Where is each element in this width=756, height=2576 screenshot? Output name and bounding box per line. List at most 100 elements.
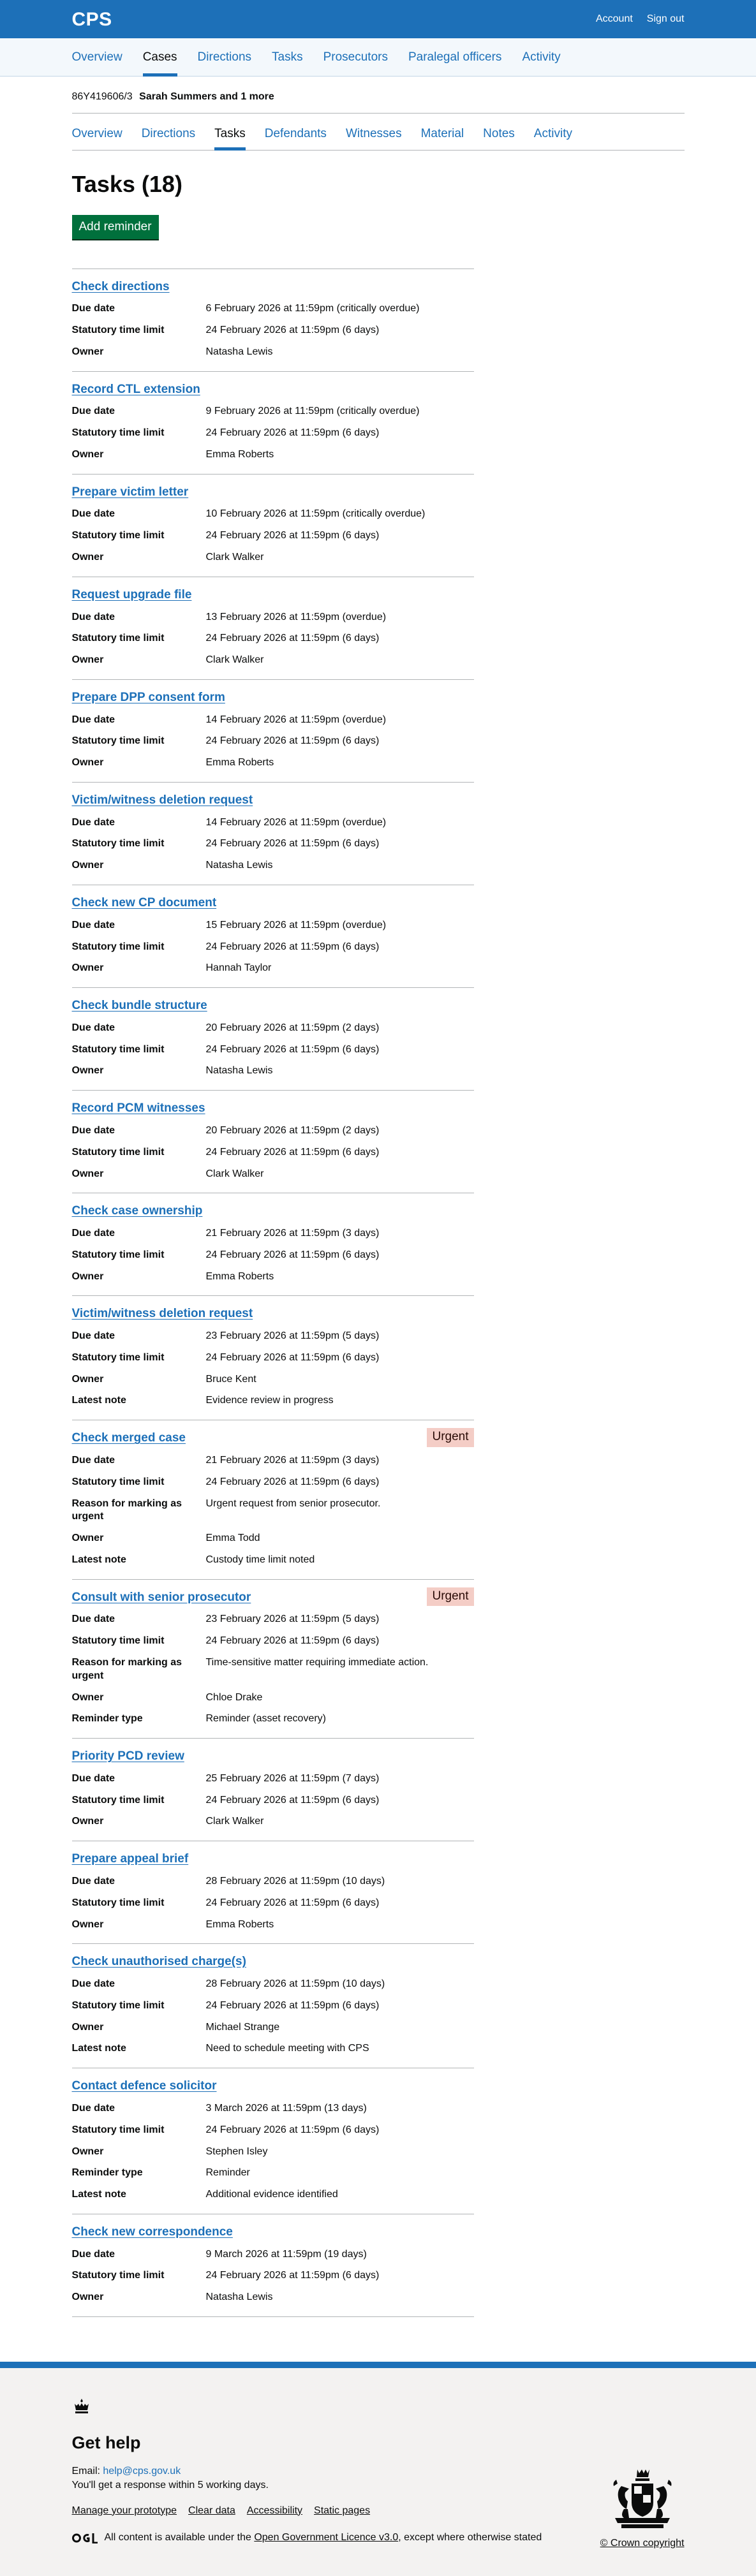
task-detail-row: Statutory time limit 24 February 2026 at … <box>72 2269 474 2283</box>
task-title-link[interactable]: Record PCM witnesses <box>72 1101 205 1117</box>
tab-directions[interactable]: Directions <box>142 126 195 150</box>
task-title-link[interactable]: Prepare DPP consent form <box>72 690 225 706</box>
task-detail-value: 24 February 2026 at 11:59pm (6 days) <box>205 1249 380 1260</box>
task-detail-value: 24 February 2026 at 11:59pm (6 days) <box>205 1351 380 1363</box>
static-pages-link[interactable]: Static pages <box>314 2505 370 2518</box>
task-detail-value: 24 February 2026 at 11:59pm (6 days) <box>205 941 380 952</box>
task-detail-key: Reminder type <box>71 2167 143 2179</box>
nav-item-cases[interactable]: Cases <box>142 38 177 77</box>
task-detail-row: Due date 9 March 2026 at 11:59pm (19 days… <box>72 2248 474 2262</box>
task-detail-value: Clark Walker <box>205 1816 264 1827</box>
clear-data-link[interactable]: Clear data <box>188 2505 235 2518</box>
task-detail-row: Owner Michael Strange <box>72 2021 474 2035</box>
task-detail-value: Stephen Isley <box>205 2145 268 2157</box>
tab-material[interactable]: Material <box>421 126 464 150</box>
tab-defendants[interactable]: Defendants <box>265 126 327 150</box>
task-title-link[interactable]: Prepare appeal brief <box>72 1851 189 1867</box>
help-email-link[interactable]: help@cps.gov.uk <box>103 2466 181 2477</box>
licence-suffix: , except where otherwise stated <box>398 2532 542 2543</box>
task-detail-value: 9 March 2026 at 11:59pm (19 days) <box>205 2248 367 2260</box>
task-detail-value: Natasha Lewis <box>205 1065 273 1077</box>
task-title-link[interactable]: Check case ownership <box>72 1203 203 1219</box>
task-detail-value: 24 February 2026 at 11:59pm (6 days) <box>205 1043 380 1055</box>
task-detail-row: Due date 20 February 2026 at 11:59pm (2 d… <box>72 1022 474 1035</box>
task-detail-key: Owner <box>71 1918 104 1930</box>
task-title-link[interactable]: Request upgrade file <box>72 587 192 603</box>
nav-item-prosecutors[interactable]: Prosecutors <box>323 38 388 77</box>
task-detail-row: Statutory time limit 24 February 2026 at … <box>72 1999 474 2013</box>
task-title-link[interactable]: Check new correspondence <box>72 2225 233 2241</box>
task-detail-key: Due date <box>71 2248 115 2260</box>
task-detail-value: Clark Walker <box>205 552 264 563</box>
nav-item-paralegal-officers[interactable]: Paralegal officers <box>408 38 501 77</box>
task-title-link[interactable]: Contact defence solicitor <box>72 2079 217 2094</box>
nav-item-overview[interactable]: Overview <box>72 38 122 77</box>
task-title-link[interactable]: Check new CP document <box>72 895 217 911</box>
task-title-link[interactable]: Victim/witness deletion request <box>72 1306 253 1322</box>
task-detail-key: Reason for marking as urgent <box>71 1657 182 1681</box>
accessibility-link[interactable]: Accessibility <box>247 2505 302 2518</box>
task-detail-key: Latest note <box>71 1395 126 1406</box>
task-item: Victim/witness deletion request Due date 1… <box>71 783 474 886</box>
task-detail-value: 14 February 2026 at 11:59pm (overdue) <box>205 816 387 828</box>
nav-item-activity[interactable]: Activity <box>522 38 560 77</box>
sign-out-link[interactable]: Sign out <box>647 13 685 26</box>
crown-copyright-link[interactable]: © Crown copyright <box>600 2538 685 2549</box>
task-detail-value: 24 February 2026 at 11:59pm (6 days) <box>205 427 380 439</box>
task-title-link[interactable]: Check bundle structure <box>72 998 207 1014</box>
case-urn: 86Y419606/3 <box>71 91 133 102</box>
task-detail-value: 24 February 2026 at 11:59pm (6 days) <box>205 1476 380 1487</box>
task-detail-key: Statutory time limit <box>71 2270 165 2281</box>
task-title-link[interactable]: Check unauthorised charge(s) <box>72 1954 246 1970</box>
task-title-link[interactable]: Check merged case <box>72 1431 186 1446</box>
royal-coat-of-arms-icon <box>613 2469 672 2529</box>
task-title-link[interactable]: Consult with senior prosecutor <box>72 1590 251 1606</box>
task-detail-key: Owner <box>71 1816 104 1827</box>
task-title-link[interactable]: Victim/witness deletion request <box>72 793 253 809</box>
manage-prototype-link[interactable]: Manage your prototype <box>72 2505 177 2518</box>
task-detail-key: Owner <box>71 2292 104 2303</box>
task-detail-row: Due date 3 March 2026 at 11:59pm (13 days… <box>72 2102 474 2116</box>
ogl-link[interactable]: Open Government Licence v3.0 <box>254 2532 398 2543</box>
task-detail-row: Owner Emma Roberts <box>72 1918 474 1932</box>
task-detail-key: Due date <box>71 611 115 622</box>
task-title-link[interactable]: Record CTL extension <box>72 382 200 398</box>
task-detail-key: Due date <box>71 1022 115 1033</box>
task-list: Check directions Due date 6 February 2026 … <box>71 268 474 2317</box>
licence-statement: All content is available under the Open … <box>71 2531 685 2545</box>
add-reminder-button[interactable]: Add reminder <box>71 214 159 239</box>
task-detail-row: Statutory time limit 24 February 2026 at … <box>72 632 474 645</box>
task-detail-key: Statutory time limit <box>71 735 165 747</box>
task-detail-key: Due date <box>71 1875 115 1887</box>
page-title: Tasks (18) <box>71 170 182 197</box>
account-link[interactable]: Account <box>596 13 633 26</box>
tab-notes[interactable]: Notes <box>483 126 515 150</box>
task-detail-value: Reminder <box>205 2167 250 2179</box>
nav-item-directions[interactable]: Directions <box>198 38 251 77</box>
task-title-link[interactable]: Check directions <box>72 279 170 295</box>
task-detail-value: 6 February 2026 at 11:59pm (critically o… <box>205 303 420 314</box>
task-title-link[interactable]: Priority PCD review <box>72 1749 184 1765</box>
task-detail-key: Owner <box>71 1065 104 1077</box>
task-detail-row: Statutory time limit 24 February 2026 at … <box>72 1351 474 1365</box>
service-name[interactable]: CPS <box>72 7 112 32</box>
task-detail-value: Michael Strange <box>205 2021 280 2033</box>
task-detail-key: Owner <box>71 962 104 974</box>
nav-item-tasks[interactable]: Tasks <box>272 38 303 77</box>
task-title-link[interactable]: Prepare victim letter <box>72 485 189 501</box>
tab-witnesses[interactable]: Witnesses <box>346 126 402 150</box>
tab-tasks[interactable]: Tasks <box>214 126 246 151</box>
task-detail-key: Statutory time limit <box>71 633 165 644</box>
footer-heading: Get help <box>71 2432 141 2452</box>
task-detail-key: Due date <box>71 508 115 520</box>
task-detail-value: Emma Roberts <box>205 1918 274 1930</box>
task-detail-row: Due date 9 February 2026 at 11:59pm (crit… <box>72 405 474 418</box>
tab-overview[interactable]: Overview <box>72 126 122 150</box>
case-banner: 86Y419606/3 Sarah Summers and 1 more <box>71 77 685 114</box>
task-detail-key: Reminder type <box>71 1713 143 1725</box>
task-detail-key: Owner <box>71 757 104 769</box>
task-detail-key: Due date <box>71 1614 115 1625</box>
task-detail-value: 13 February 2026 at 11:59pm (overdue) <box>205 611 387 622</box>
tab-activity[interactable]: Activity <box>534 126 572 150</box>
task-detail-row: Statutory time limit 24 February 2026 at … <box>72 427 474 440</box>
